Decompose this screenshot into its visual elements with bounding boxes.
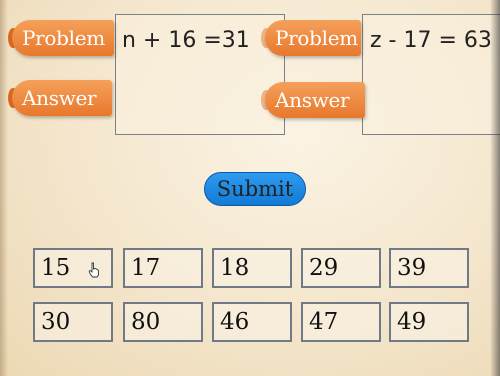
submit-button[interactable]: Submit [204, 172, 306, 206]
answer-1-label: Answer [8, 80, 112, 116]
answer-option-tile[interactable]: 15 [33, 248, 113, 288]
right-edge-shadow [490, 0, 500, 376]
answer-option-tile[interactable]: 29 [301, 248, 381, 288]
answer-option-tile[interactable]: 49 [389, 302, 469, 342]
answer-option-tile[interactable]: 47 [301, 302, 381, 342]
problem-1-label: Problem [8, 20, 114, 56]
answer-option-tile[interactable]: 18 [212, 248, 292, 288]
left-edge-shadow [0, 0, 8, 376]
answer-option-tile[interactable]: 17 [123, 248, 203, 288]
problem-1-equation: n + 16 =31 [122, 28, 250, 53]
answer-option-tile[interactable]: 80 [123, 302, 203, 342]
problem-2-label: Problem [261, 20, 361, 56]
answer-option-tile[interactable]: 46 [212, 302, 292, 342]
hand-cursor-icon [88, 262, 99, 278]
answer-2-label: Answer [261, 82, 365, 118]
answer-option-tile[interactable]: 39 [389, 248, 469, 288]
problem-2-equation: z - 17 = 63 [370, 28, 492, 53]
answer-option-tile[interactable]: 30 [33, 302, 113, 342]
